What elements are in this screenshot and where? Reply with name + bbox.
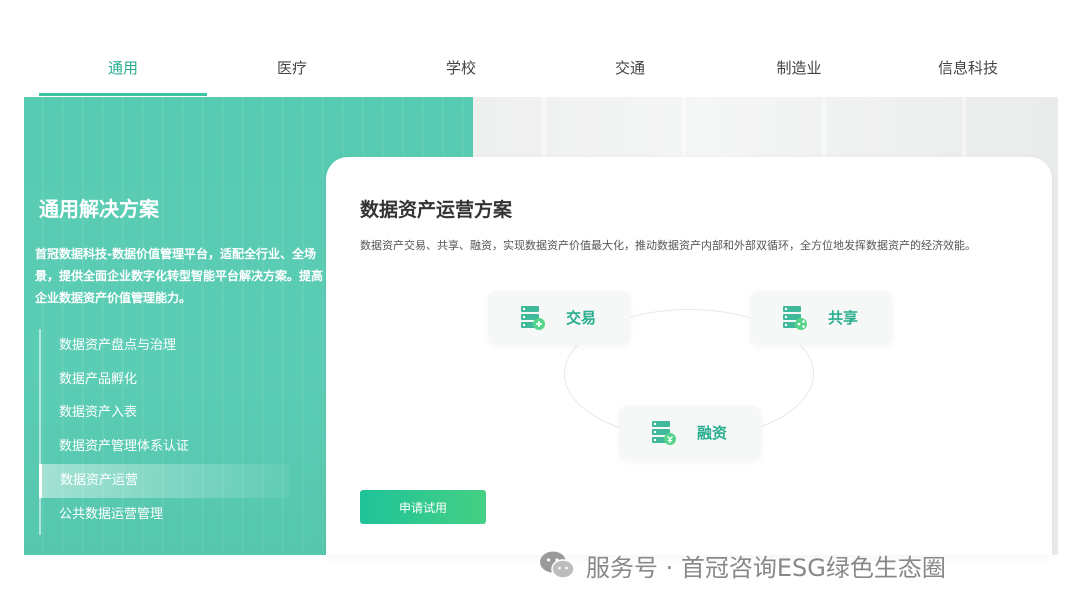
tab-general[interactable]: 通用 — [39, 40, 207, 96]
menu-item-asset-accounting[interactable]: 数据资产入表 — [41, 396, 291, 430]
tab-school[interactable]: 学校 — [377, 40, 545, 96]
category-tabs: 通用 医疗 学校 交通 制造业 信息科技 — [0, 40, 1080, 96]
tab-transport[interactable]: 交通 — [546, 40, 714, 96]
node-trade: 交易 — [488, 291, 630, 345]
server-stack-icon — [652, 421, 676, 445]
apply-trial-button[interactable]: 申请试用 — [360, 490, 486, 524]
node-finance: 融资 — [619, 406, 761, 460]
menu-item-inventory-governance[interactable]: 数据资产盘点与治理 — [41, 329, 291, 363]
watermark: 服务号 · 首冠咨询ESG绿色生态圈 — [538, 548, 946, 582]
node-share-label: 共享 — [828, 309, 859, 327]
tab-medical[interactable]: 医疗 — [208, 40, 376, 96]
menu-item-product-incubation[interactable]: 数据产品孵化 — [41, 363, 291, 397]
node-share: 共享 — [750, 291, 892, 345]
node-trade-label: 交易 — [566, 309, 597, 327]
menu-item-public-data[interactable]: 公共数据运营管理 — [41, 498, 291, 532]
watermark-text: 服务号 · 首冠咨询ESG绿色生态圈 — [586, 553, 946, 582]
solution-card: 数据资产运营方案 数据资产交易、共享、融资，实现数据资产价值最大化，推动数据资产… — [326, 157, 1052, 555]
server-stack-icon — [521, 306, 545, 330]
tab-manufacturing[interactable]: 制造业 — [715, 40, 883, 96]
tab-info-tech[interactable]: 信息科技 — [884, 40, 1052, 96]
solution-menu: 数据资产盘点与治理 数据产品孵化 数据资产入表 数据资产管理体系认证 数据资产运… — [39, 329, 309, 535]
menu-item-asset-operation[interactable]: 数据资产运营 — [39, 464, 289, 498]
sidebar-title: 通用解决方案 — [39, 197, 159, 221]
wechat-icon — [540, 551, 575, 579]
sidebar-description: 首冠数据科技-数据价值管理平台，适配全行业、全场景，提供全面企业数字化转型智能平… — [35, 247, 324, 305]
node-finance-label: 融资 — [697, 424, 728, 442]
card-description: 数据资产交易、共享、融资，实现数据资产价值最大化，推动数据资产内部和外部双循环，… — [360, 239, 976, 252]
menu-item-system-certification[interactable]: 数据资产管理体系认证 — [41, 430, 291, 464]
card-title: 数据资产运营方案 — [360, 199, 513, 221]
server-stack-icon — [783, 306, 807, 330]
